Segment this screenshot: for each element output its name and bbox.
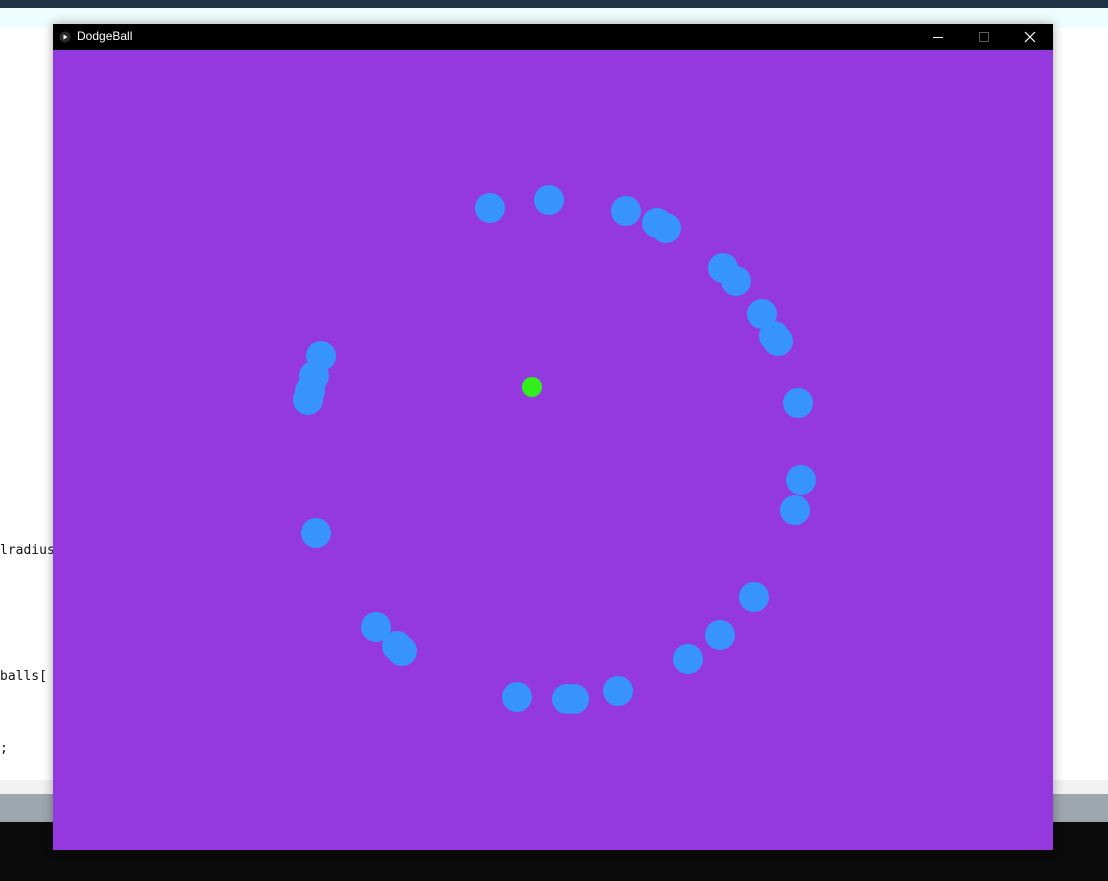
dodge-ball: [475, 193, 505, 223]
canvas-background: [53, 50, 1053, 850]
minimize-icon: [932, 28, 944, 47]
dodge-ball: [611, 196, 641, 226]
minimize-button[interactable]: [915, 24, 961, 50]
window-title: DodgeBall: [77, 29, 133, 43]
dodge-ball: [783, 388, 813, 418]
dodge-ball: [780, 495, 810, 525]
dodge-ball: [603, 676, 633, 706]
dodge-ball: [651, 213, 681, 243]
maximize-icon: [978, 28, 990, 47]
dodge-ball: [673, 644, 703, 674]
ide-top-bar: [0, 0, 1108, 8]
maximize-button[interactable]: [961, 24, 1007, 50]
title-bar[interactable]: DodgeBall: [53, 24, 1053, 50]
dodge-ball: [361, 612, 391, 642]
dodge-ball: [306, 341, 336, 371]
dodge-ball: [739, 582, 769, 612]
dodge-ball: [534, 185, 564, 215]
close-button[interactable]: [1007, 24, 1053, 50]
code-line-semicolon: ;: [0, 741, 8, 756]
dodge-ball: [705, 620, 735, 650]
dodge-ball: [786, 465, 816, 495]
dodge-ball: [301, 518, 331, 548]
sketch-window: DodgeBall: [53, 24, 1053, 850]
close-icon: [1024, 28, 1036, 47]
code-line-lradius: lradius: [0, 543, 55, 558]
play-icon: [57, 29, 73, 45]
code-line-balls: balls[: [0, 669, 47, 684]
game-canvas[interactable]: [53, 50, 1053, 850]
dodge-ball: [502, 682, 532, 712]
player-ball: [522, 377, 542, 397]
dodge-ball: [721, 266, 751, 296]
dodge-ball: [763, 326, 793, 356]
dodge-ball: [552, 684, 582, 714]
